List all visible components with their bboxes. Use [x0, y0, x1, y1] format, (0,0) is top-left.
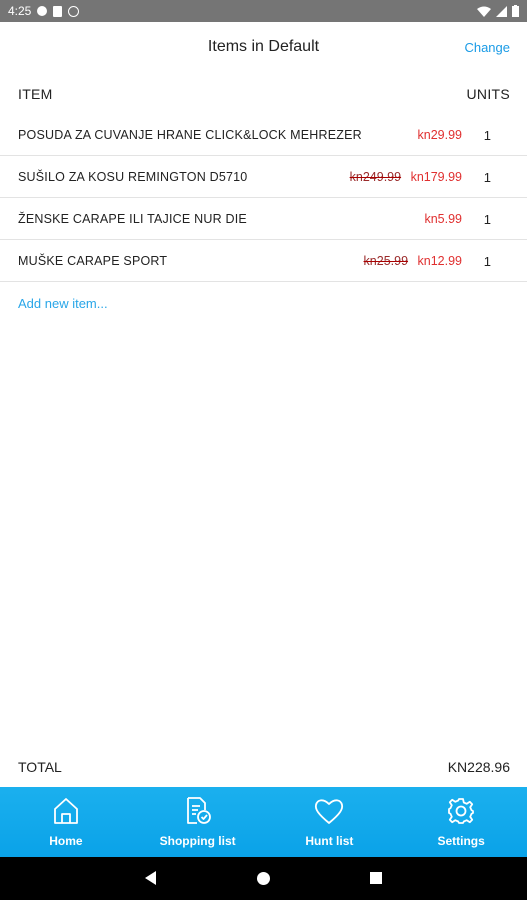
- gear-icon: [446, 796, 476, 826]
- item-name: MUŠKE CARAPE SPORT: [18, 254, 168, 268]
- item-price: kn179.99: [410, 170, 462, 184]
- page-title: Items in Default: [207, 38, 320, 55]
- heart-icon: [314, 796, 344, 826]
- status-time: 4:25: [8, 4, 32, 18]
- list-item[interactable]: SUŠILO ZA KOSU REMINGTON D5710 kn249.99 …: [0, 156, 527, 198]
- battery-icon: [512, 5, 519, 17]
- item-price: kn5.99: [424, 212, 462, 226]
- item-old-price: kn249.99: [349, 170, 402, 184]
- wifi-icon: [477, 6, 491, 17]
- column-header-item: ITEM: [18, 86, 53, 102]
- dnd-icon: [68, 5, 80, 17]
- nav-shopping-list[interactable]: Shopping list: [132, 787, 264, 857]
- status-bar: 4:25: [0, 0, 527, 22]
- item-list: POSUDA ZA CUVANJE HRANE CLICK&LOCK MEHRE…: [0, 114, 527, 282]
- recent-apps-icon[interactable]: [370, 872, 382, 884]
- item-prices: kn29.99: [418, 128, 462, 142]
- item-prices: kn5.99: [424, 212, 462, 226]
- notification-dot-icon: [37, 6, 48, 16]
- system-nav-bar: [0, 857, 527, 900]
- nav-home[interactable]: Home: [0, 787, 132, 857]
- total-label: TOTAL: [18, 759, 62, 775]
- item-old-price: kn25.99: [363, 254, 409, 268]
- nav-home-label: Home: [49, 834, 83, 848]
- nav-settings-label: Settings: [437, 834, 485, 848]
- add-new-item-link[interactable]: Add new item...: [18, 296, 108, 311]
- nav-settings[interactable]: Settings: [395, 787, 527, 857]
- item-prices: kn249.99 kn179.99: [350, 170, 462, 184]
- change-button[interactable]: Change: [464, 40, 510, 55]
- item-prices: kn25.99 kn12.99: [364, 254, 462, 268]
- bottom-nav: Home Shopping list Hunt list Settings: [0, 787, 527, 857]
- app-header: Items in Default Change: [0, 22, 527, 72]
- list-item[interactable]: POSUDA ZA CUVANJE HRANE CLICK&LOCK MEHRE…: [0, 114, 527, 156]
- item-units: 1: [483, 170, 491, 185]
- nav-hunt-list-label: Hunt list: [305, 834, 354, 848]
- item-name: SUŠILO ZA KOSU REMINGTON D5710: [18, 170, 248, 184]
- back-icon[interactable]: [145, 871, 156, 885]
- item-price: kn12.99: [417, 254, 462, 268]
- item-units: 1: [483, 212, 491, 227]
- nav-shopping-list-label: Shopping list: [159, 834, 236, 848]
- item-name: ŽENSKE CARAPE ILI TAJICE NUR DIE: [18, 212, 247, 226]
- item-price: kn29.99: [417, 128, 462, 142]
- nav-hunt-list[interactable]: Hunt list: [264, 787, 396, 857]
- home-button-icon[interactable]: [257, 872, 270, 885]
- column-header-units: UNITS: [466, 86, 510, 102]
- item-name: POSUDA ZA CUVANJE HRANE CLICK&LOCK MEHRE…: [18, 128, 362, 142]
- list-item[interactable]: MUŠKE CARAPE SPORT kn25.99 kn12.99 1: [0, 240, 527, 282]
- signal-icon: [496, 5, 507, 17]
- home-icon: [51, 796, 81, 826]
- shopping-list-icon: [183, 796, 213, 826]
- total-value: KN228.96: [447, 759, 510, 775]
- item-units: 1: [483, 128, 491, 143]
- item-units: 1: [483, 254, 491, 269]
- list-item[interactable]: ŽENSKE CARAPE ILI TAJICE NUR DIE kn5.99 …: [0, 198, 527, 240]
- sd-card-icon: [53, 5, 63, 17]
